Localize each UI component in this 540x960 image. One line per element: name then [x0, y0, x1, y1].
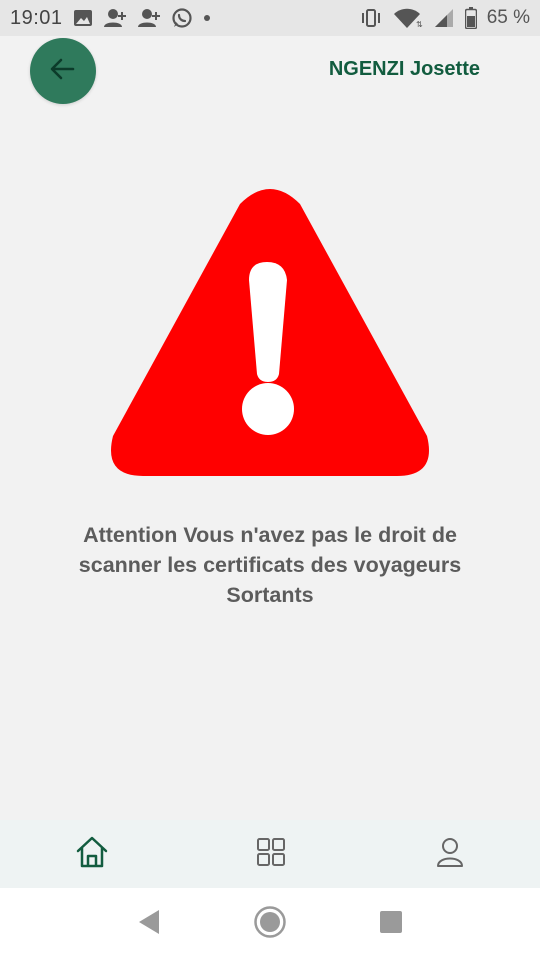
whatsapp-icon	[171, 7, 193, 29]
battery-percent: 65 %	[486, 7, 530, 28]
status-bar: 19:01 ⇅ 65 %	[0, 0, 540, 36]
system-nav-bar	[0, 888, 540, 960]
arrow-left-icon	[49, 57, 77, 86]
image-icon	[73, 9, 93, 27]
battery-icon	[464, 7, 477, 29]
bottom-nav	[0, 820, 540, 888]
nav-grid-button[interactable]	[251, 834, 291, 874]
home-icon	[75, 835, 109, 874]
back-button[interactable]	[30, 38, 96, 104]
nav-home-button[interactable]	[72, 834, 112, 874]
person-add-icon	[103, 8, 127, 28]
home-circle-icon[interactable]	[253, 905, 287, 944]
warning-triangle-icon	[107, 186, 433, 481]
status-bar-right: ⇅ 65 %	[359, 7, 530, 29]
recents-square-icon[interactable]	[379, 910, 403, 939]
user-name: NGENZI Josette	[328, 58, 480, 80]
warning-message: Attention Vous n'avez pas le droit de sc…	[78, 523, 462, 607]
nav-profile-button[interactable]	[430, 834, 470, 874]
status-time: 19:01	[10, 6, 63, 29]
grid-icon	[257, 837, 285, 871]
dot-icon	[203, 14, 211, 22]
person-icon	[436, 837, 464, 872]
svg-text:⇅: ⇅	[416, 20, 423, 29]
back-triangle-icon[interactable]	[137, 909, 161, 940]
wifi-icon: ⇅	[393, 7, 423, 29]
signal-icon	[433, 8, 455, 28]
person-add-icon	[137, 8, 161, 28]
vibrate-icon	[359, 8, 383, 28]
status-bar-left: 19:01	[10, 7, 211, 30]
